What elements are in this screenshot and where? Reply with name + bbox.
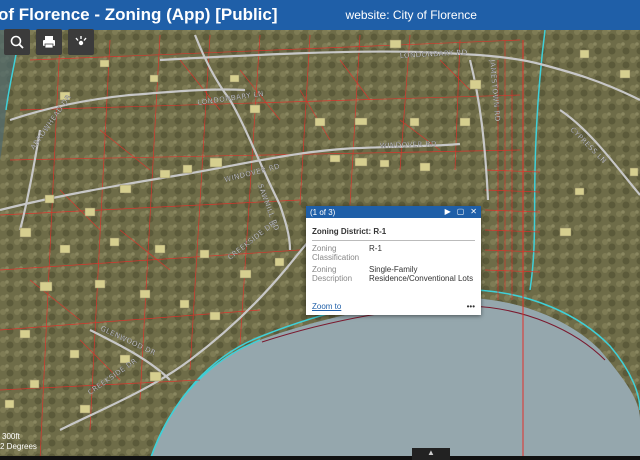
- more-options-icon[interactable]: •••: [467, 302, 475, 311]
- feature-popup: (1 of 3) ▶ ▢ ✕ Zoning District: R-1 Zoni…: [306, 206, 481, 315]
- coordinate-readout: 2 Degrees: [0, 442, 37, 451]
- bottom-bar: [0, 456, 640, 460]
- maximize-icon[interactable]: ▢: [457, 208, 465, 216]
- app-title: of Florence - Zoning (App) [Public]: [0, 5, 278, 24]
- print-icon: [43, 36, 55, 49]
- field-row-description: Zoning Description Single-Family Residen…: [312, 265, 475, 283]
- field-value: R-1: [369, 244, 382, 253]
- scale-bar: 300ft 2 Degrees: [0, 432, 37, 451]
- popup-header: (1 of 3) ▶ ▢ ✕: [306, 206, 481, 218]
- search-button[interactable]: [4, 29, 30, 55]
- popup-divider: [312, 240, 475, 241]
- print-button[interactable]: [36, 29, 62, 55]
- popup-title: Zoning District: R-1: [312, 227, 387, 236]
- popup-count: (1 of 3): [310, 207, 336, 217]
- close-icon[interactable]: ✕: [470, 208, 477, 216]
- scale-label: 300ft: [2, 432, 20, 441]
- locate-button[interactable]: [68, 29, 94, 55]
- search-icon: [10, 35, 24, 49]
- zoom-to-link[interactable]: Zoom to: [312, 302, 341, 311]
- field-label: Zoning Description: [312, 265, 353, 283]
- field-label: Zoning Classification: [312, 244, 360, 262]
- app-header: of Florence - Zoning (App) [Public] webs…: [0, 0, 640, 30]
- field-value: Single-Family Residence/Conventional Lot…: [369, 265, 474, 283]
- website-link[interactable]: website: City of Florence: [346, 8, 477, 22]
- next-feature-icon[interactable]: ▶: [445, 208, 451, 216]
- expand-panel-button[interactable]: ▲: [412, 448, 450, 460]
- locate-icon: [75, 36, 87, 46]
- field-row-classification: Zoning Classification R-1: [312, 244, 475, 262]
